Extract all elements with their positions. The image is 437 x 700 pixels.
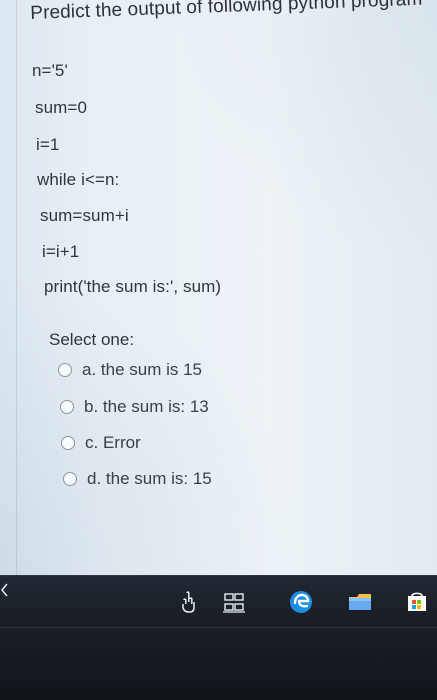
code-line-7: print('the sum is:', sum) — [44, 277, 222, 296]
photo-stage: Predict the output of following python p… — [0, 0, 437, 700]
question-text: Predict the output of following python p… — [29, 0, 423, 24]
answer-option-label: d. the sum is: 15 — [87, 469, 212, 488]
answer-option-b[interactable]: b. the sum is: 13 — [60, 397, 209, 417]
code-line-3: i=1 — [36, 135, 60, 154]
answer-option-label: b. the sum is: 13 — [84, 397, 209, 416]
code-line-1: n='5' — [32, 61, 68, 80]
select-one-label: Select one: — [49, 330, 135, 349]
answer-option-d[interactable]: d. the sum is: 15 — [63, 469, 212, 489]
store-icon[interactable] — [404, 588, 430, 616]
answer-option-label: c. Error — [85, 433, 141, 452]
code-line-4: while i<=n: — [37, 170, 120, 189]
edge-icon[interactable] — [286, 588, 316, 616]
code-line-2: sum=0 — [35, 98, 87, 117]
panel-edge-divider — [16, 0, 17, 575]
answer-option-c[interactable]: c. Error — [61, 433, 141, 453]
radio-icon[interactable] — [61, 436, 75, 450]
radio-icon[interactable] — [60, 400, 74, 414]
quiz-panel: Predict the output of following python p… — [0, 0, 437, 575]
windows-taskbar — [0, 575, 437, 628]
code-line-5: sum=sum+i — [40, 206, 129, 225]
touch-icon[interactable] — [179, 588, 197, 616]
code-line-6: i=i+1 — [42, 242, 80, 261]
monitor-bezel — [0, 627, 437, 700]
radio-icon[interactable] — [63, 472, 77, 486]
radio-icon[interactable] — [58, 363, 72, 377]
answer-option-a[interactable]: a. the sum is 15 — [58, 360, 202, 380]
answer-option-label: a. the sum is 15 — [82, 360, 203, 379]
task-view-icon[interactable] — [221, 588, 247, 616]
start-edge-icon — [1, 583, 8, 597]
file-explorer-icon[interactable] — [347, 588, 374, 616]
